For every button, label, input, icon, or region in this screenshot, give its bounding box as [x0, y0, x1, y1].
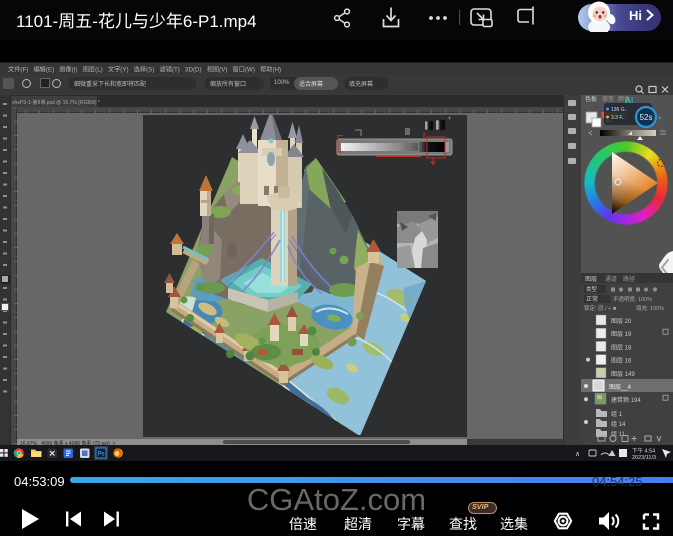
svg-text:下午 4:54: 下午 4:54	[632, 447, 655, 455]
svg-text:图层: 图层	[585, 276, 597, 283]
svg-text:图层 16: 图层 16	[611, 358, 632, 365]
svg-text:锁定: ▨ / + ■: 锁定: ▨ / + ■	[584, 304, 616, 312]
svg-text:色板: 色板	[585, 95, 597, 103]
svg-text:不透明度: 100%: 不透明度: 100%	[613, 295, 652, 303]
svg-text:图层__4: 图层__4	[609, 384, 632, 391]
svg-text:正常: 正常	[586, 295, 598, 303]
svg-text:组 14: 组 14	[611, 420, 626, 428]
svg-text:渐变: 渐变	[602, 95, 614, 103]
svg-text:52s: 52s	[640, 113, 653, 122]
svg-text:∧: ∧	[575, 451, 580, 458]
svg-text:填充: 100%: 填充: 100%	[636, 304, 664, 312]
svg-text:类型: 类型	[586, 285, 598, 293]
svg-text:图层 18: 图层 18	[611, 344, 632, 351]
svg-text:路径: 路径	[623, 275, 635, 283]
svg-text:×: ×	[658, 116, 662, 122]
svg-text:组 1: 组 1	[611, 410, 623, 418]
svg-text:图层 149: 图层 149	[611, 371, 635, 378]
svg-text:组 11: 组 11	[611, 430, 626, 438]
svg-text:136 G..: 136 G..	[611, 107, 627, 113]
svg-text:2023/11/3: 2023/11/3	[632, 455, 656, 461]
svg-text:通道: 通道	[605, 275, 617, 283]
svg-text:建筑物 194: 建筑物 194	[611, 396, 641, 404]
svg-text:图层 20: 图层 20	[611, 318, 632, 325]
svg-text:图层 19: 图层 19	[611, 331, 632, 338]
svg-text:Ps: Ps	[97, 452, 104, 458]
svg-text:3.3 F..: 3.3 F..	[611, 115, 625, 121]
